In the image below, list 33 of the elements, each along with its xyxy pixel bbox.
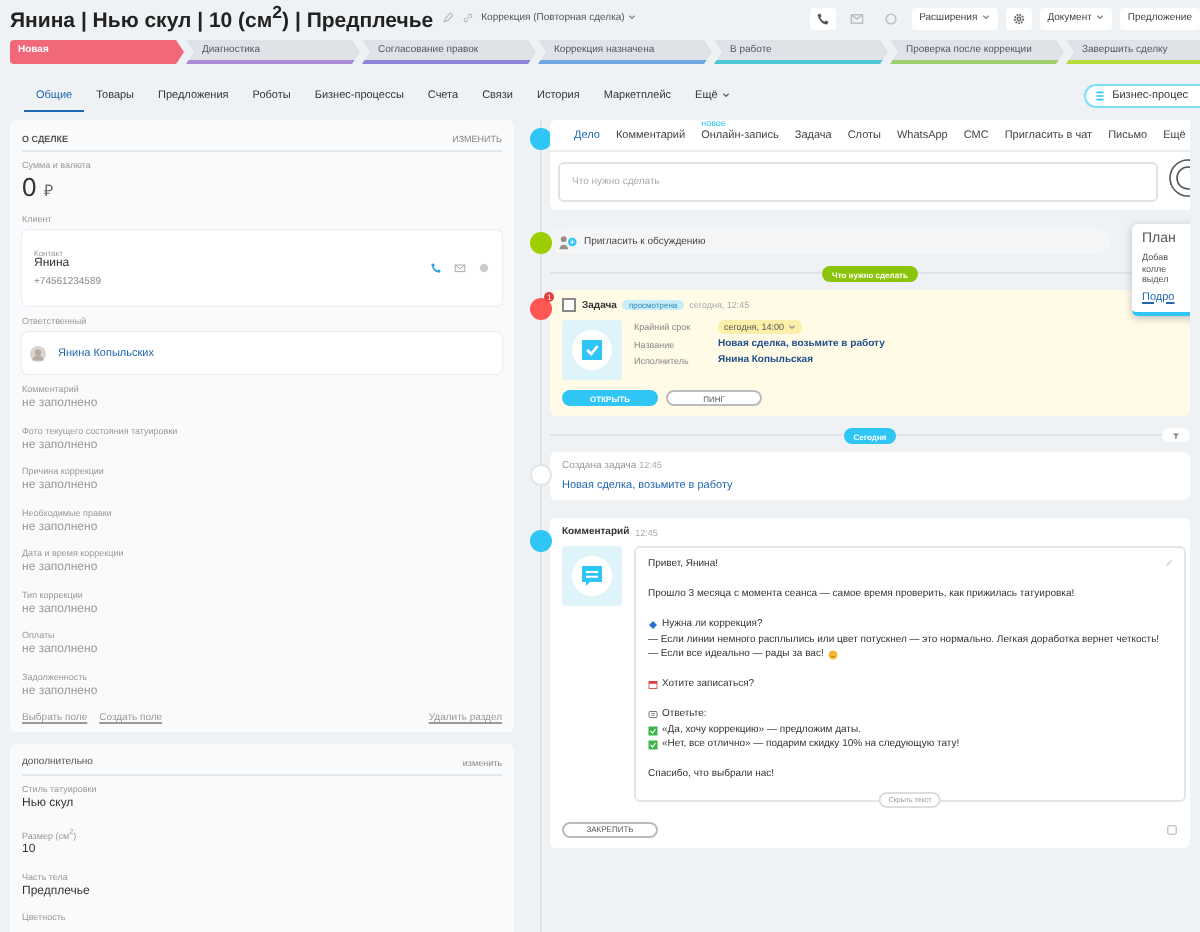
filter-icon xyxy=(1172,431,1180,439)
speech-bubble-icon xyxy=(648,710,658,721)
note-icon[interactable] xyxy=(1166,823,1178,835)
pencil-icon[interactable] xyxy=(1164,558,1174,568)
avatar-icon xyxy=(30,345,46,361)
amount-value: 0 ₽ xyxy=(22,172,56,206)
circle-icon xyxy=(883,11,898,25)
filter-button[interactable] xyxy=(1162,428,1190,442)
deal-title: Янина | Нью скул | 10 (см$^{2}$) | Предплечье xyxy=(10,2,434,34)
smiley-icon xyxy=(827,650,838,661)
mail-icon xyxy=(849,11,864,25)
phone-icon[interactable] xyxy=(430,262,442,274)
task-checkbox[interactable] xyxy=(562,298,576,312)
caret-icon xyxy=(1095,14,1104,21)
list-icon xyxy=(1094,90,1107,102)
phone-button[interactable] xyxy=(809,7,836,29)
caret-icon xyxy=(628,14,637,21)
checkmark-icon xyxy=(648,740,658,751)
settings-icon xyxy=(1011,11,1026,25)
settings-button[interactable] xyxy=(1005,7,1032,29)
comment-picture xyxy=(562,546,622,606)
diamond-icon xyxy=(648,620,658,631)
caret-icon xyxy=(721,91,730,98)
checkmark-icon xyxy=(648,725,658,736)
phone-icon xyxy=(815,11,830,25)
caret-icon xyxy=(981,14,990,21)
add-person-icon xyxy=(558,233,578,249)
calendar-icon xyxy=(648,680,658,691)
task-picture xyxy=(562,320,622,380)
mail-icon[interactable] xyxy=(454,262,466,274)
pencil-icon[interactable] xyxy=(441,12,454,24)
caret-icon xyxy=(788,324,797,331)
link-icon[interactable] xyxy=(461,12,474,24)
